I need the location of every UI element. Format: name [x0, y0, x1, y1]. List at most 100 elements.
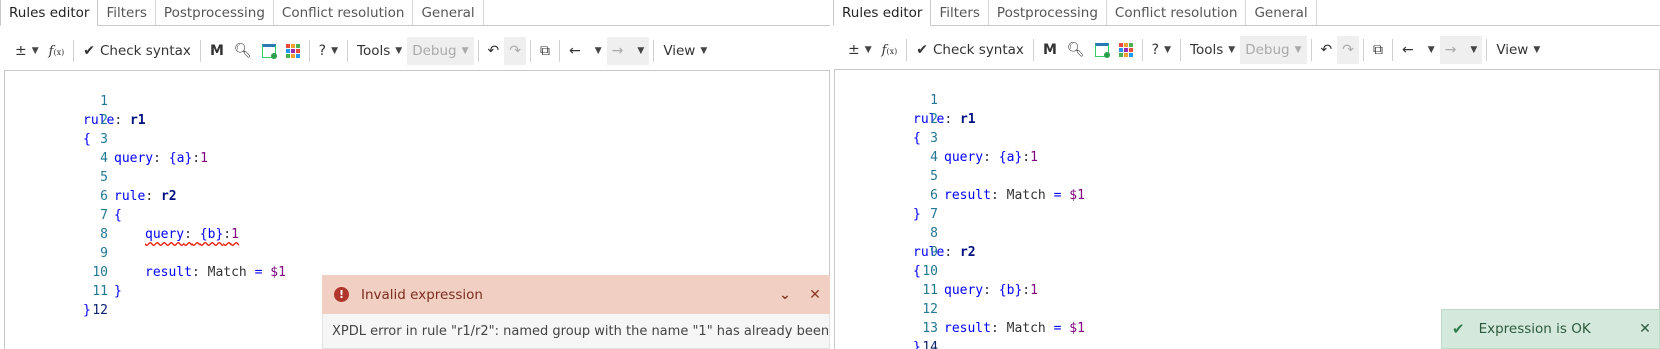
code-line: 7: [835, 186, 938, 222]
palette-button[interactable]: [281, 37, 305, 65]
undo-icon: ↶: [487, 43, 500, 59]
forward-dropdown[interactable]: → ▼: [1439, 36, 1483, 64]
code-line: 1 rule: r1: [835, 72, 976, 127]
palette-button[interactable]: [1114, 36, 1138, 64]
code-line: 13 }: [835, 300, 938, 349]
debug-dropdown[interactable]: Debug ▼: [407, 37, 474, 65]
code-line: 7 query: {b}:1: [5, 187, 239, 242]
code-line: 6 {: [5, 168, 122, 223]
debug-label: Debug: [412, 43, 457, 59]
help-icon: ?: [318, 43, 327, 59]
line-number: 3: [930, 131, 938, 146]
tab-general[interactable]: General: [1246, 0, 1317, 25]
m-icon: M: [1042, 42, 1057, 58]
code-line: 1 rule: r1: [5, 73, 146, 128]
tab-general[interactable]: General: [413, 0, 484, 25]
code-line: 8 rule: r2: [835, 205, 976, 260]
help-dropdown[interactable]: ? ▼: [1147, 36, 1176, 64]
external-link-icon: ⧉: [1373, 42, 1383, 58]
tab-filters[interactable]: Filters: [931, 0, 989, 25]
plusminus-icon: ±: [15, 43, 27, 59]
toolbar-divider: [653, 40, 655, 62]
redo-button[interactable]: ↷: [504, 37, 526, 65]
error-icon: !: [334, 287, 349, 302]
checkmark-icon: ✔: [916, 42, 928, 58]
line-number: 14: [922, 340, 938, 349]
error-toast: ! Invalid expression ⌄ ✕ XPDL error in r…: [322, 275, 830, 349]
line-number: 2: [930, 112, 938, 127]
line-number: 2: [100, 113, 108, 128]
toolbar-divider: [73, 40, 75, 62]
view-dropdown[interactable]: View ▼: [1491, 36, 1545, 64]
forward-dropdown[interactable]: → ▼: [606, 37, 650, 65]
error-squiggle: query: {b}:1: [145, 227, 239, 242]
toolbar-divider: [1141, 39, 1143, 61]
external-link-icon: ⧉: [540, 43, 550, 59]
undo-button[interactable]: ↶: [483, 37, 505, 65]
function-button[interactable]: f(x): [877, 36, 903, 64]
code-line: 5 result: Match = $1: [835, 148, 1085, 203]
line-number: 5: [100, 170, 108, 185]
tab-filters[interactable]: Filters: [98, 0, 156, 25]
line-number: 9: [100, 246, 108, 261]
tab-bar: Rules editor Filters Postprocessing Conf…: [0, 0, 830, 26]
tab-conflict-resolution[interactable]: Conflict resolution: [274, 0, 414, 25]
line-number: 6: [930, 188, 938, 203]
debug-dropdown[interactable]: Debug ▼: [1240, 36, 1307, 64]
toolbar-divider: [1392, 39, 1393, 61]
line-number: 10: [922, 264, 938, 279]
back-dropdown[interactable]: ← ▼: [1397, 36, 1440, 64]
calendar-button[interactable]: [257, 37, 281, 65]
right-editor-pane: Rules editor Filters Postprocessing Conf…: [833, 0, 1660, 349]
calendar-button[interactable]: [1090, 36, 1114, 64]
help-icon: ?: [1151, 42, 1160, 58]
check-syntax-label: Check syntax: [932, 42, 1024, 58]
tools-dropdown[interactable]: Tools ▼: [1185, 36, 1240, 64]
color-grid-icon: [1118, 43, 1133, 57]
close-icon[interactable]: ✕: [800, 287, 830, 303]
plusminus-dropdown[interactable]: ± ▼: [843, 36, 877, 64]
check-syntax-button[interactable]: ✔ Check syntax: [911, 36, 1029, 64]
code-line: 11 }: [5, 263, 108, 318]
toolbar: ± ▼ f(x) ✔ Check syntax M 🔍︎ ? ▼ Tools ▼ Deb…: [833, 33, 1660, 67]
help-dropdown[interactable]: ? ▼: [314, 37, 343, 65]
back-dropdown[interactable]: ← ▼: [564, 37, 607, 65]
success-toast-title: Expression is OK: [1478, 321, 1591, 337]
toolbar-divider: [1486, 39, 1488, 61]
redo-button[interactable]: ↷: [1337, 36, 1359, 64]
error-toast-title: Invalid expression: [361, 286, 483, 303]
view-dropdown[interactable]: View ▼: [658, 37, 712, 65]
close-icon[interactable]: ✕: [1631, 321, 1659, 337]
code-editor[interactable]: 1 rule: r1 2 { 3 query: {a}:1 4 5 result…: [834, 69, 1660, 349]
debug-label: Debug: [1245, 42, 1290, 58]
plusminus-dropdown[interactable]: ± ▼: [10, 37, 44, 65]
line-number: 1: [100, 94, 108, 109]
toolbar-divider: [906, 39, 908, 61]
open-external-button[interactable]: ⧉: [535, 37, 555, 65]
check-syntax-button[interactable]: ✔ Check syntax: [78, 37, 196, 65]
search-button[interactable]: 🔍︎: [229, 37, 257, 65]
toolbar-divider: [1363, 39, 1364, 61]
code-line: 9 result: Match = $1: [5, 225, 286, 280]
undo-button[interactable]: ↶: [1316, 36, 1338, 64]
tab-postprocessing[interactable]: Postprocessing: [989, 0, 1107, 25]
macro-button[interactable]: M: [1038, 36, 1062, 64]
code-line: 14: [835, 319, 938, 349]
tab-postprocessing[interactable]: Postprocessing: [156, 0, 274, 25]
function-button[interactable]: f(x): [44, 37, 70, 65]
code-line: 8: [5, 206, 108, 242]
chevron-down-icon[interactable]: ⌄: [770, 287, 800, 303]
search-button[interactable]: 🔍︎: [1062, 36, 1090, 64]
success-toast: ✔ Expression is OK ✕: [1441, 309, 1660, 349]
line-number: 7: [100, 208, 108, 223]
tab-conflict-resolution[interactable]: Conflict resolution: [1107, 0, 1247, 25]
tools-dropdown[interactable]: Tools ▼: [352, 37, 407, 65]
tab-rules-editor[interactable]: Rules editor: [833, 0, 932, 26]
macro-button[interactable]: M: [205, 37, 229, 65]
tab-rules-editor[interactable]: Rules editor: [0, 0, 99, 26]
redo-icon: ↷: [1342, 42, 1354, 58]
open-external-button[interactable]: ⧉: [1368, 36, 1388, 64]
code-line: 6 }: [835, 167, 938, 222]
line-number: 11: [922, 283, 938, 298]
function-icon: f(x): [881, 42, 898, 58]
